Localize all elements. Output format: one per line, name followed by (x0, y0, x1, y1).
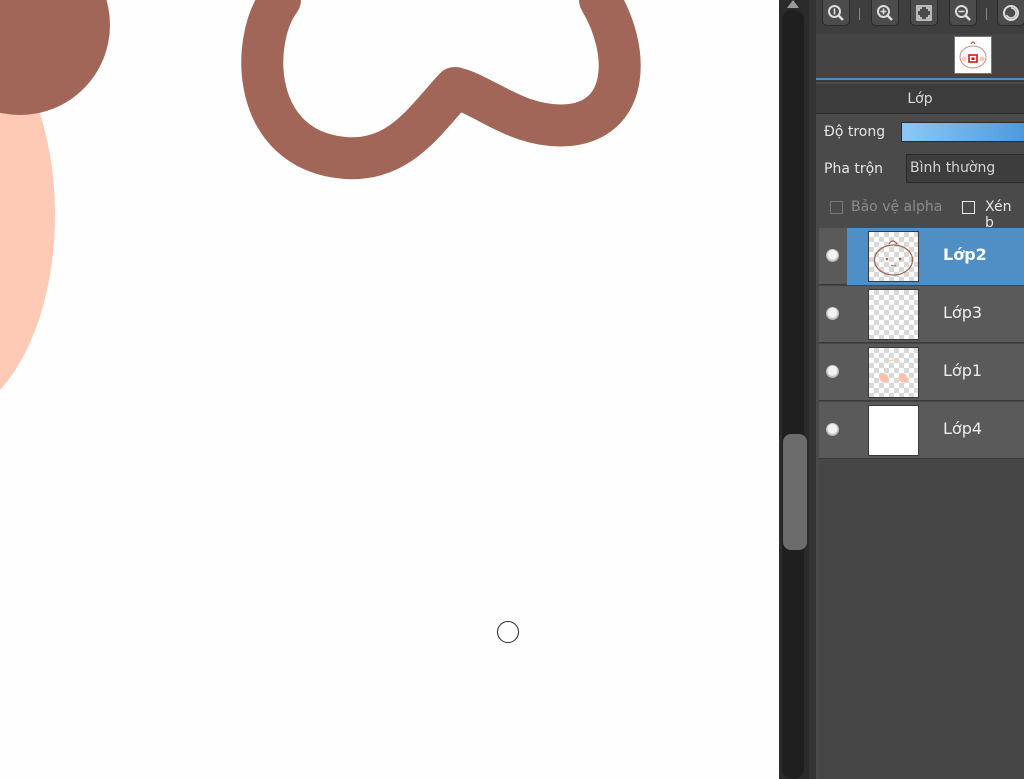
layer-row[interactable]: Lớp4 (819, 402, 1024, 459)
layer-options-row: Bảo vệ alpha Xén b (816, 196, 1024, 231)
rotate-button[interactable] (997, 0, 1024, 26)
zoom-actual-button[interactable] (822, 0, 850, 26)
zoom-out-icon (955, 4, 971, 21)
visibility-eye-icon[interactable] (826, 365, 839, 378)
scroll-thumb[interactable] (783, 434, 807, 550)
navigator-thumbnail-image (959, 41, 987, 69)
scroll-track[interactable] (782, 10, 807, 779)
blend-label: Pha trộn (824, 161, 884, 177)
fit-screen-icon (916, 4, 932, 21)
layer-row[interactable]: Lớp2 (819, 228, 1024, 285)
toolbar-separator (859, 8, 860, 20)
opacity-slider[interactable] (901, 122, 1024, 142)
opacity-label: Độ trong (824, 124, 886, 140)
blend-row: Pha trộn Bình thường (816, 154, 1024, 186)
canvas-vertical-scrollbar[interactable] (779, 0, 809, 779)
hair-shape (0, 0, 110, 115)
scroll-up-arrow-icon[interactable] (787, 0, 799, 8)
navigator-thumbnail[interactable] (954, 36, 992, 74)
layer-panel-title: Lớp (816, 84, 1024, 114)
layer-thumbnail-image (879, 359, 908, 383)
layer-row[interactable]: Lớp3 (819, 286, 1024, 343)
protect-alpha-checkbox[interactable] (830, 201, 843, 214)
opacity-row: Độ trong (816, 118, 1024, 148)
rotate-icon (1003, 4, 1019, 21)
layer-name: Lớp1 (943, 361, 983, 380)
layer-thumbnail (868, 405, 919, 456)
layer-thumbnail (868, 347, 919, 398)
layer-name: Lớp4 (943, 419, 983, 438)
visibility-eye-icon[interactable] (826, 249, 839, 262)
panel-divider[interactable] (816, 78, 1024, 82)
clipping-label: Xén b (985, 199, 1012, 231)
layers-list: Lớp2 Lớp3 Lớp1 Lớp4 (819, 228, 1024, 779)
brush-stroke (241, 0, 641, 180)
visibility-eye-icon[interactable] (826, 307, 839, 320)
zoom-in-icon (877, 4, 893, 21)
navigator-toolbar (816, 0, 1024, 34)
right-panel: Lớp Độ trong Pha trộn Bình thường Bảo vệ… (809, 0, 1024, 779)
brush-cursor (497, 621, 519, 643)
zoom-out-button[interactable] (949, 0, 977, 26)
layer-row[interactable]: Lớp1 (819, 344, 1024, 401)
zoom-in-button[interactable] (871, 0, 899, 26)
clipping-checkbox[interactable] (962, 201, 975, 214)
layer-thumbnail (868, 289, 919, 340)
canvas-artwork (0, 0, 641, 390)
zoom-actual-icon (828, 4, 844, 21)
layer-name: Lớp3 (943, 303, 983, 322)
fit-screen-button[interactable] (910, 0, 938, 26)
visibility-eye-icon[interactable] (826, 423, 839, 436)
toolbar-separator (986, 8, 987, 20)
layer-thumbnail-image (873, 240, 914, 276)
blend-mode-dropdown[interactable]: Bình thường (906, 154, 1024, 183)
panel-edge (809, 0, 816, 779)
navigator-preview[interactable] (816, 34, 1024, 78)
layer-thumbnail (868, 231, 919, 282)
drawing-canvas[interactable] (0, 0, 779, 779)
protect-alpha-label: Bảo vệ alpha (851, 199, 943, 215)
layer-name: Lớp2 (943, 245, 987, 264)
